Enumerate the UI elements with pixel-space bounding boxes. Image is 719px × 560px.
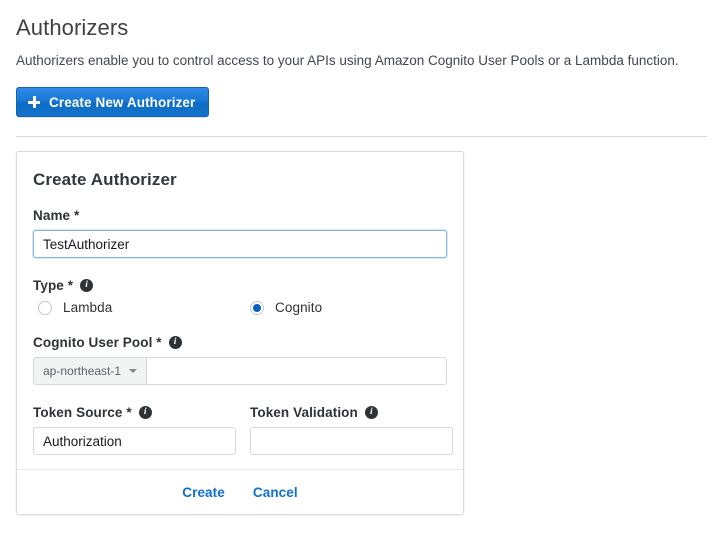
create-new-authorizer-button[interactable]: Create New Authorizer: [16, 87, 210, 117]
token-row: Token Source * i Token Validation i: [33, 405, 453, 455]
radio-option-lambda[interactable]: Lambda: [33, 300, 250, 315]
create-button[interactable]: Create: [182, 485, 225, 500]
page-title: Authorizers: [16, 15, 129, 40]
section-divider: [16, 136, 707, 137]
token-source-label-text: Token Source *: [33, 405, 132, 420]
cognito-user-pool-label-text: Cognito User Pool *: [33, 335, 162, 350]
name-label-text: Name *: [33, 208, 80, 223]
card-footer: Create Cancel: [17, 469, 463, 514]
info-icon[interactable]: i: [364, 406, 378, 419]
type-label-text: Type *: [33, 278, 74, 293]
radio-cognito-icon[interactable]: [250, 300, 264, 315]
name-input[interactable]: [33, 230, 447, 258]
page-subtitle: Authorizers enable you to control access…: [16, 53, 679, 68]
info-icon[interactable]: i: [168, 336, 182, 349]
info-icon[interactable]: i: [80, 279, 94, 292]
page-header: Authorizers Authorizers enable you to co…: [0, 0, 719, 71]
region-select-value: ap-northeast-1: [43, 364, 122, 378]
cognito-user-pool-input[interactable]: [146, 357, 447, 385]
create-authorizer-form: Create Authorizer Name * Type * i Lambda…: [17, 152, 463, 469]
token-validation-label: Token Validation i: [250, 405, 453, 420]
type-label: Type * i: [33, 278, 447, 293]
card-title: Create Authorizer: [33, 170, 177, 189]
radio-lambda-label: Lambda: [63, 300, 113, 315]
cancel-button[interactable]: Cancel: [253, 485, 298, 500]
token-source-group: Token Source * i: [33, 405, 236, 455]
token-source-label: Token Source * i: [33, 405, 236, 420]
plus-icon: [28, 96, 40, 108]
toolbar: Create New Authorizer: [0, 71, 719, 117]
cognito-user-pool-label: Cognito User Pool * i: [33, 335, 447, 350]
name-field-group: Name *: [33, 208, 447, 258]
token-validation-label-text: Token Validation: [250, 405, 358, 420]
radio-lambda-icon[interactable]: [38, 300, 52, 315]
region-select[interactable]: ap-northeast-1: [33, 357, 147, 385]
create-new-authorizer-label: Create New Authorizer: [49, 94, 196, 110]
info-icon[interactable]: i: [138, 406, 152, 419]
name-label: Name *: [33, 208, 447, 223]
radio-option-cognito[interactable]: Cognito: [250, 300, 322, 315]
token-source-input[interactable]: [33, 427, 236, 455]
token-validation-input[interactable]: [250, 427, 453, 455]
token-validation-group: Token Validation i: [250, 405, 453, 455]
chevron-down-icon: [129, 369, 138, 373]
create-authorizer-card: Create Authorizer Name * Type * i Lambda…: [16, 151, 464, 515]
radio-cognito-label: Cognito: [275, 300, 323, 315]
type-radio-group: Lambda Cognito: [33, 300, 447, 315]
cognito-user-pool-row: ap-northeast-1: [33, 357, 447, 385]
